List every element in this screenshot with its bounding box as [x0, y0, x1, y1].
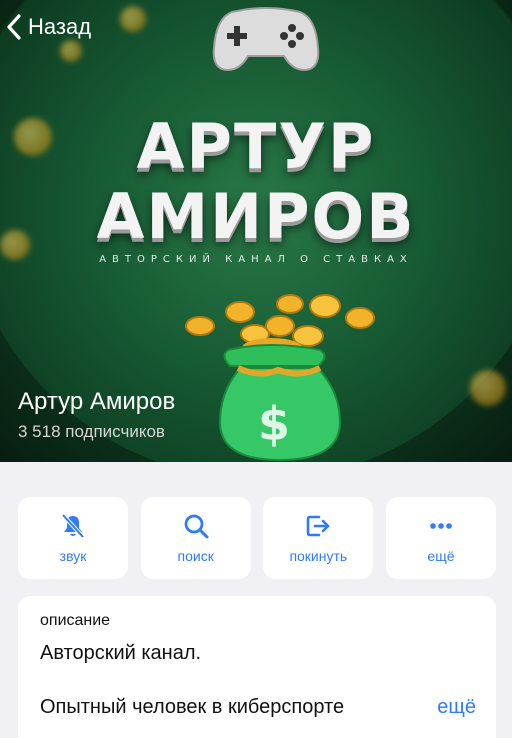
cover-title-line2: АМИРОВ: [96, 180, 416, 253]
back-button[interactable]: Назад: [6, 14, 91, 40]
more-button[interactable]: ещё: [385, 497, 496, 579]
leave-icon: [307, 515, 330, 537]
description-label: описание: [40, 612, 111, 629]
blurred-coin: [60, 40, 82, 62]
more-label: ещё: [427, 548, 455, 564]
blurred-coin: [120, 6, 146, 32]
description-more-link[interactable]: ещё: [437, 696, 476, 719]
description-line1: Авторский канал.: [40, 642, 202, 664]
leave-button[interactable]: покинуть: [263, 497, 374, 579]
cover-title-line1: АРТУР: [136, 110, 376, 183]
search-button[interactable]: поиск: [140, 497, 251, 579]
mute-button[interactable]: звук: [18, 497, 128, 579]
channel-name: Артур Амиров: [18, 388, 176, 415]
subscriber-count: 3 518 подписчиков: [18, 422, 165, 441]
money-bag-icon: $: [185, 294, 375, 462]
chevron-left-icon: [7, 14, 21, 40]
action-bar: звук поиск покинуть ещё: [18, 497, 496, 579]
text-fade: [348, 692, 418, 724]
description-line2: Опытный человек в киберспорте: [40, 696, 345, 718]
more-dots-icon: [430, 523, 452, 529]
svg-text:$: $: [258, 397, 290, 451]
leave-label: покинуть: [289, 548, 348, 564]
search-icon: [184, 514, 209, 539]
mute-label: звук: [59, 548, 87, 564]
back-label: Назад: [28, 14, 92, 39]
channel-cover: Назад АРТУР АМИРОВ АВТОРСКИЙ КАНАЛ О СТА…: [0, 0, 512, 462]
gamepad-icon: [212, 7, 320, 72]
blurred-coin: [470, 370, 506, 406]
cover-subtitle: АВТОРСКИЙ КАНАЛ О СТАВКАХ: [99, 254, 413, 265]
bell-slash-icon: [61, 513, 85, 539]
description-card: описание Авторский канал. Опытный челове…: [18, 596, 496, 738]
search-label: поиск: [177, 548, 214, 564]
